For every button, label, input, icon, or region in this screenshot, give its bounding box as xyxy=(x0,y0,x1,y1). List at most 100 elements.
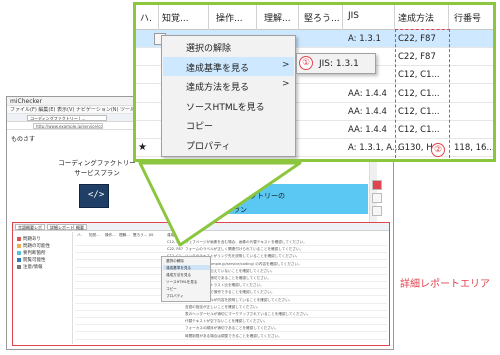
mini-row-description: 見出しの構造が適切であることを確認してください。 xyxy=(185,276,271,280)
mini-row-divider xyxy=(75,317,387,318)
side-toolbar-button[interactable] xyxy=(372,193,382,203)
tree-item[interactable]: 要判断箇所 xyxy=(17,250,46,256)
mini-column-header[interactable]: ハ. xyxy=(77,233,82,238)
detail-report-area: 言語概要レポ 詳細レポート 概要 問題あり問題の可能性 要判断箇所閲覧可能性注意/… xyxy=(12,222,390,346)
jis-cell: AA: 1.4.4 xyxy=(348,125,387,135)
column-separator[interactable] xyxy=(448,5,449,30)
marker-two: ② xyxy=(431,143,445,157)
mini-column-header[interactable]: 行番号 xyxy=(181,233,192,238)
context-menu-item[interactable]: 達成基準を見る > xyxy=(163,56,294,76)
tree-item-label: 問題の可能性 xyxy=(23,244,50,249)
line-cell: 2 xyxy=(454,161,459,162)
report-tab[interactable]: 概要 xyxy=(73,224,87,230)
tree-item-label: 注意/情報 xyxy=(23,265,43,270)
browser-tab[interactable]: コーディングファクトリー | ... xyxy=(27,115,107,121)
report-tab-bar: 言語概要レポ 詳細レポート 概要 xyxy=(13,223,389,231)
column-header[interactable]: 達成方法 xyxy=(398,11,434,24)
mini-row-description: 言語の指定が正しいことを確認してください。 xyxy=(185,304,261,309)
context-menu-item[interactable]: プロパティ xyxy=(163,135,294,154)
context-menu-item[interactable]: コピー xyxy=(163,115,294,134)
menu-item-label: ソースHTMLを見る xyxy=(186,102,265,113)
mini-row-description: 時間制限がある場合は調整できることを確認してください。 xyxy=(185,333,282,338)
mini-row-description: 表のヘッダーセルが適切にマークアップされていることを確認してください。 xyxy=(185,312,311,316)
mini-column-header[interactable]: 知覚... xyxy=(89,233,100,238)
mini-menu-item[interactable]: 達成基準を見る xyxy=(166,266,191,271)
context-menu-item[interactable]: 選択の解除 xyxy=(163,37,294,56)
jis-cell: A: 1.3.1 xyxy=(348,34,381,44)
column-header[interactable]: 行番号 xyxy=(454,11,481,24)
mini-row-divider xyxy=(75,252,387,254)
column-separator[interactable] xyxy=(394,5,395,30)
row-glyph: P xyxy=(157,160,162,162)
mini-row-description: ページのタイトルが内容を説明していることを確認してください。 xyxy=(185,297,293,302)
column-separator[interactable] xyxy=(208,5,209,30)
column-separator[interactable] xyxy=(298,5,299,30)
context-menu-item[interactable]: ソースHTMLを見る xyxy=(163,96,294,115)
mini-row-description: 代替テキストが空でないことを確認してください。 xyxy=(185,319,268,324)
column-separator[interactable] xyxy=(256,5,257,30)
column-header[interactable]: JIS xyxy=(348,11,359,21)
tree-item[interactable]: 問題あり xyxy=(17,236,41,242)
context-menu-item[interactable]: 達成方法を見る > xyxy=(163,76,294,95)
severity-swatch xyxy=(17,243,21,248)
column-separator[interactable] xyxy=(158,5,159,30)
mini-context-menu: 選択の解除達成基準を見る 達成方法を見るソースHTMLを見る コピープロパティ xyxy=(161,256,211,302)
report-tab[interactable]: 言語概要レポ xyxy=(15,224,45,230)
mini-row-divider xyxy=(75,259,387,261)
mini-row-divider xyxy=(75,245,387,246)
column-header[interactable]: 理解... xyxy=(264,11,291,24)
mini-row-description: テキストのコントラスト比を確認してください。 xyxy=(185,283,264,288)
severity-swatch xyxy=(17,236,21,241)
line-cell: 118, 16... xyxy=(454,143,495,154)
tree-item-label: 要判断箇所 xyxy=(23,251,46,256)
method-cell: H57 xyxy=(398,161,415,162)
column-separator[interactable] xyxy=(342,5,343,30)
url-field[interactable]: http://www.example.jp/service/coding/bef… xyxy=(33,123,103,129)
mini-column-header[interactable]: 堅ろう... xyxy=(133,233,147,238)
mini-menu-item[interactable]: コピー xyxy=(166,287,177,292)
column-header[interactable]: ハ. xyxy=(140,11,152,24)
mini-row-divider xyxy=(75,266,387,268)
mini-row-description: キーボードのみで操作できることを確認してください。 xyxy=(185,290,275,295)
column-header[interactable]: 操作... xyxy=(216,11,243,24)
mini-column-header[interactable]: 操作... xyxy=(105,233,116,238)
tree-item-label: 閲覧可能性 xyxy=(23,258,46,263)
mini-menu-item[interactable]: 選択の解除 xyxy=(166,259,184,264)
side-toolbar-button[interactable] xyxy=(372,180,382,190)
mini-row-description: フォームのラベルが正しく関連付けられていることを確認してください。 xyxy=(185,247,304,252)
mini-row-description: http://www.example.jp/service/coding/ の内… xyxy=(185,261,302,266)
row-status-icon: U xyxy=(253,159,267,162)
column-header[interactable]: 知覚... xyxy=(162,11,189,24)
mini-row-divider xyxy=(75,331,387,333)
mini-method-cell: C22, F87 xyxy=(167,247,184,252)
mini-row-divider xyxy=(75,338,387,340)
mini-row-description: リンクのテキストがリンク先を説明していることを確認してください。 xyxy=(185,254,300,259)
jis-cell: AA: 1.4.4 xyxy=(348,106,387,117)
method-column-highlight xyxy=(395,29,450,159)
tree-item[interactable]: 注意/情報 xyxy=(17,264,43,270)
mini-column-header[interactable]: 達成方法 xyxy=(167,233,181,238)
submenu-item-jis[interactable]: JIS: 1.3.1 xyxy=(319,59,359,69)
severity-swatch xyxy=(17,250,21,255)
severity-swatch xyxy=(17,257,21,262)
tree-item[interactable]: 閲覧可能性 xyxy=(17,257,46,263)
tree-item[interactable]: 問題の可能性 xyxy=(17,243,50,249)
chevron-right-icon: > xyxy=(282,59,290,70)
mini-row-description: フォーカスの順序が適切であることを確認してください。 xyxy=(185,326,279,331)
jis-cell: AA: 1.4.4 xyxy=(348,88,387,99)
mini-row-description: ウェブページが画像を含む場合、画像の代替テキストを確認してください。 xyxy=(185,240,307,244)
banner-text: ファクトリーの xyxy=(236,192,285,200)
mini-column-header[interactable]: 理解... xyxy=(119,233,130,238)
mini-column-header[interactable]: JIS xyxy=(149,233,153,237)
mini-menu-item[interactable]: プロパティ xyxy=(166,294,184,299)
service-image: </> xyxy=(79,184,109,208)
mini-menu-item[interactable]: 達成方法を見る xyxy=(166,273,191,278)
menu-item-label: 達成方法を見る xyxy=(186,83,250,93)
row-type-icon: P xyxy=(154,160,166,162)
context-menu: 選択の解除 達成基準を見る > 達成方法を見る > ソースHTMLを見る コピー プロパティ xyxy=(161,35,296,157)
report-grid-thumbnail: ハ. 知覚... 操作... 理解... 堅ろう... JIS 達成方法 行番号ウェブページが… xyxy=(75,232,387,344)
mini-menu-item[interactable]: ソースHTMLを見る xyxy=(166,280,197,285)
tree-item-label: 問題あり xyxy=(23,237,41,242)
side-toolbar-button[interactable] xyxy=(372,206,382,216)
column-header[interactable]: 堅ろう... xyxy=(304,11,340,24)
